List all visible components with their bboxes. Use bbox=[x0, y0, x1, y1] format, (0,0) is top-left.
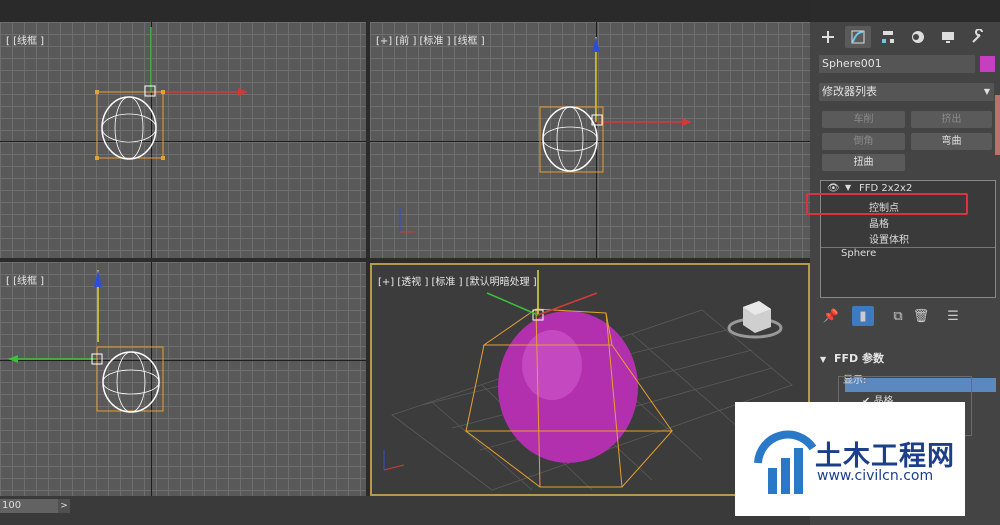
extrude-button[interactable]: 挤出 bbox=[911, 111, 992, 128]
chamfer-button[interactable]: 倒角 bbox=[822, 133, 905, 150]
sphere-wireframe-front bbox=[399, 37, 692, 233]
collapse-triangle-icon: ▼ bbox=[820, 355, 827, 364]
hierarchy-icon[interactable] bbox=[875, 26, 901, 48]
ffd-rollout-header[interactable]: ▼ FFD 参数 bbox=[820, 350, 996, 366]
stack-item-set-volume[interactable]: 设置体积 bbox=[869, 231, 909, 246]
sphere-wireframe-top bbox=[95, 27, 248, 160]
watermark: 土木工程网 www.civilcn.com bbox=[735, 402, 965, 516]
object-name-field[interactable]: Sphere001 bbox=[819, 55, 975, 73]
lathe-button[interactable]: 车削 bbox=[822, 111, 905, 128]
modify-icon[interactable] bbox=[845, 26, 871, 48]
utilities-wrench-icon[interactable] bbox=[965, 26, 991, 48]
viewport-top[interactable]: [ [线框 ] bbox=[0, 22, 366, 258]
twist-button[interactable]: 扭曲 bbox=[822, 154, 905, 171]
stack-item-lattice[interactable]: 晶格 bbox=[869, 215, 889, 230]
object-color-swatch[interactable] bbox=[980, 56, 995, 72]
panel-scrollbar[interactable] bbox=[995, 95, 1000, 155]
remove-modifier-icon[interactable]: 🗑 bbox=[910, 306, 932, 326]
status-bar bbox=[0, 496, 810, 525]
motion-icon[interactable] bbox=[905, 26, 931, 48]
time-slider-frame[interactable]: 100 bbox=[0, 499, 58, 513]
modifier-list-label: 修改器列表 bbox=[822, 85, 877, 98]
modifier-list-dropdown[interactable]: 修改器列表 ▼ bbox=[819, 83, 994, 101]
viewport-left[interactable]: [ [线框 ] bbox=[0, 262, 366, 496]
highlight-annotation bbox=[806, 193, 968, 215]
ffd-rollout-title: FFD 参数 bbox=[834, 352, 884, 365]
configure-modifier-sets-icon[interactable]: ☰ bbox=[942, 306, 964, 326]
viewcube-icon[interactable] bbox=[727, 295, 787, 345]
watermark-url: www.civilcn.com bbox=[817, 468, 934, 484]
expand-triangle-icon[interactable]: ▼ bbox=[845, 183, 851, 192]
make-unique-icon[interactable]: ⧉ bbox=[887, 306, 909, 326]
viewport-front[interactable]: [+] [前 ] [标准 ] [线框 ] bbox=[370, 22, 810, 258]
stack-item-sphere[interactable]: Sphere bbox=[841, 248, 876, 259]
show-end-result-icon[interactable]: ▮ bbox=[852, 306, 874, 326]
time-next-button[interactable]: > bbox=[58, 499, 70, 513]
pin-stack-icon[interactable]: 📌 bbox=[820, 306, 842, 326]
sphere-wireframe-left bbox=[8, 270, 164, 413]
command-panel-tabs bbox=[815, 26, 991, 48]
bend-button[interactable]: 弯曲 bbox=[911, 133, 992, 150]
display-icon[interactable] bbox=[935, 26, 961, 48]
chevron-down-icon: ▼ bbox=[983, 87, 990, 96]
create-plus-icon[interactable] bbox=[815, 26, 841, 48]
viewport-header-strip bbox=[0, 0, 810, 22]
watermark-logo bbox=[754, 430, 817, 494]
